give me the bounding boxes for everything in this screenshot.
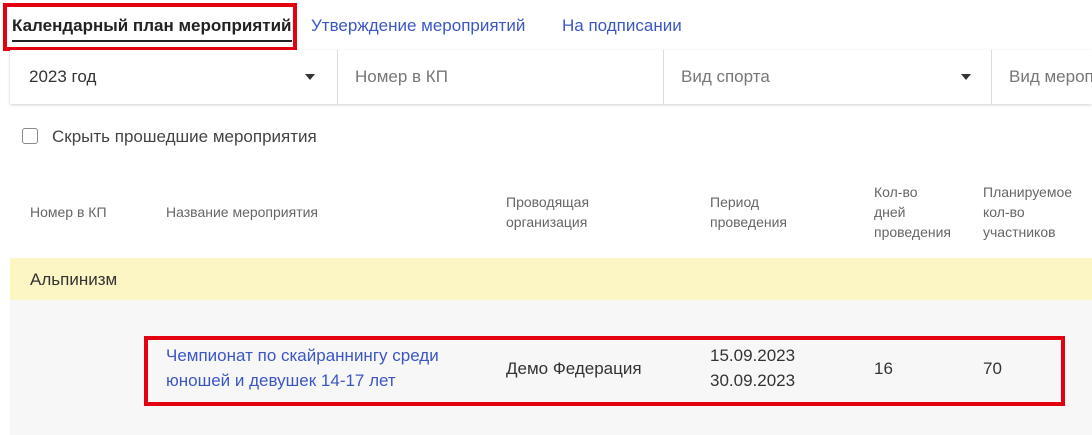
column-header-number: Номер в КП bbox=[30, 204, 107, 220]
caret-down-icon bbox=[961, 74, 971, 80]
event-name-line: юношей и девушек 14-17 лет bbox=[166, 371, 396, 390]
checkbox-icon[interactable] bbox=[22, 128, 38, 144]
column-header-period-line: проведения bbox=[710, 214, 787, 230]
tab-calendar-plan-label: Календарный план мероприятий bbox=[12, 16, 292, 35]
tab-approval[interactable]: Утверждение мероприятий bbox=[311, 16, 525, 36]
hide-past-events-label: Скрыть прошедшие мероприятия bbox=[52, 127, 317, 146]
caret-down-icon bbox=[305, 74, 315, 80]
event-date-start: 15.09.2023 bbox=[710, 346, 796, 365]
event-organization: Демо Федерация bbox=[506, 359, 642, 378]
plan-number-input[interactable]: Номер в КП bbox=[338, 50, 664, 104]
event-participants: 70 bbox=[983, 359, 1002, 378]
column-header-participants: Планируемое кол-во участников bbox=[983, 182, 1072, 242]
column-header-participants-line: Планируемое bbox=[983, 184, 1073, 200]
year-select-value: 2023 год bbox=[29, 67, 97, 86]
active-tab-underline bbox=[12, 40, 292, 42]
event-date-end: 30.09.2023 bbox=[710, 371, 796, 390]
event-period: 15.09.2023 30.09.2023 bbox=[710, 343, 795, 393]
column-header-organization-line: организация bbox=[506, 214, 588, 230]
group-row-sport[interactable]: Альпинизм bbox=[10, 258, 1092, 300]
tab-bar: Календарный план мероприятий Утверждение… bbox=[0, 0, 1092, 48]
column-header-organization-line: Проводящая bbox=[506, 194, 590, 210]
sport-type-placeholder: Вид спорта bbox=[681, 67, 770, 86]
filter-bar: 2023 год Номер в КП Вид спорта Вид мероп bbox=[10, 50, 1092, 104]
event-name-line: Чемпионат по скайраннингу среди bbox=[166, 346, 439, 365]
event-type-placeholder: Вид мероп bbox=[1009, 67, 1092, 86]
column-header-participants-line: участников bbox=[983, 224, 1056, 240]
year-select[interactable]: 2023 год bbox=[10, 50, 338, 104]
event-type-select[interactable]: Вид мероп bbox=[992, 50, 1092, 104]
tab-calendar-plan[interactable]: Календарный план мероприятий bbox=[12, 16, 292, 42]
column-header-days: Кол-во дней проведения bbox=[874, 182, 951, 242]
group-label: Альпинизм bbox=[30, 270, 118, 289]
column-header-days-line: дней bbox=[874, 204, 906, 220]
column-header-period-line: Период bbox=[710, 194, 760, 210]
column-header-period: Период проведения bbox=[710, 192, 787, 232]
column-header-organization: Проводящая организация bbox=[506, 192, 589, 232]
column-header-participants-line: кол-во bbox=[983, 204, 1025, 220]
column-header-name: Название мероприятия bbox=[166, 204, 319, 220]
sport-type-select[interactable]: Вид спорта bbox=[664, 50, 992, 104]
column-header-days-line: проведения bbox=[874, 224, 951, 240]
column-header-days-line: Кол-во bbox=[874, 184, 918, 200]
plan-number-placeholder: Номер в КП bbox=[355, 67, 448, 86]
event-name-link[interactable]: Чемпионат по скайраннингу среди юношей и… bbox=[166, 343, 486, 393]
event-days: 16 bbox=[874, 359, 893, 378]
tab-signing[interactable]: На подписании bbox=[562, 16, 682, 36]
